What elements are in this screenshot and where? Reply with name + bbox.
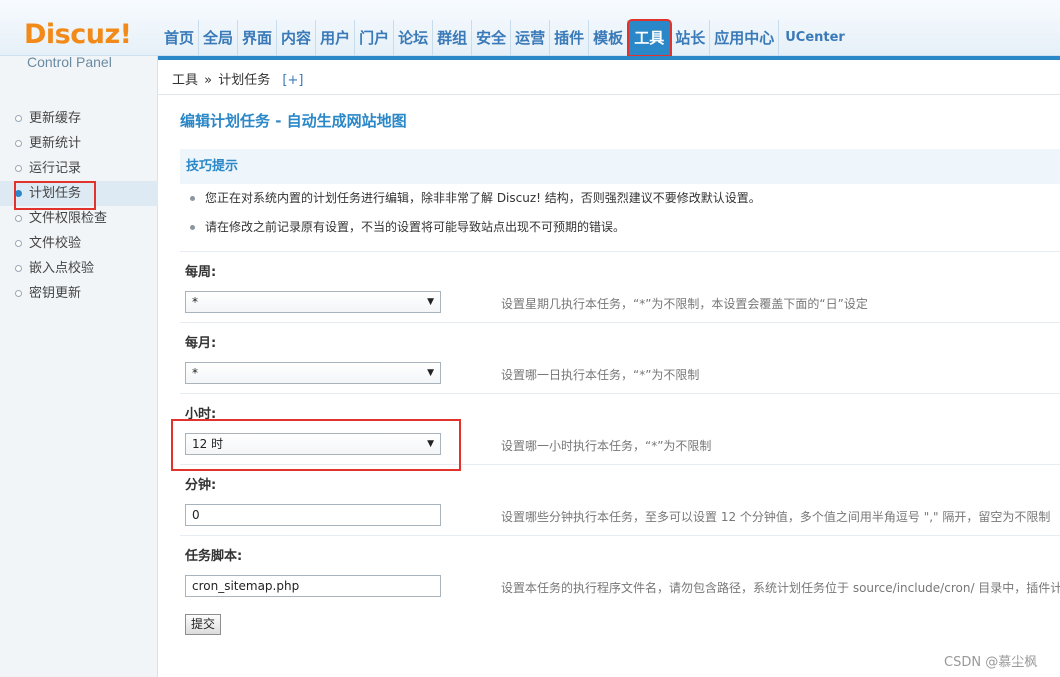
weekday-help: 设置星期几执行本任务，“*”为不限制，本设置会覆盖下面的“日”设定 — [501, 297, 868, 311]
day-select[interactable]: * ▼ — [185, 362, 441, 384]
watermark: CSDN @慕尘枫 — [944, 655, 1038, 670]
nav-content[interactable]: 内容 — [277, 20, 317, 56]
nav-user[interactable]: 用户 — [316, 20, 356, 56]
nav-home[interactable]: 首页 — [160, 20, 200, 56]
nav-style[interactable]: 界面 — [238, 20, 278, 56]
script-label: 任务脚本: — [185, 549, 243, 564]
dropdown-arrow-icon: ▼ — [427, 297, 434, 307]
sidebar-item-label: 密钥更新 — [29, 286, 82, 301]
sidebar-item-cache[interactable]: 更新缓存 — [0, 106, 158, 131]
tips-panel: 技巧提示 您正在对系统内置的计划任务进行编辑，除非非常了解 Discuz! 结构… — [180, 149, 1060, 248]
tips-title: 技巧提示 — [180, 149, 1060, 184]
sidebar-item-logs[interactable]: 运行记录 — [0, 156, 158, 181]
breadcrumb-section[interactable]: 工具 — [172, 73, 198, 88]
form-row-weekday: 每周: * ▼ 设置星期几执行本任务，“*”为不限制，本设置会覆盖下面的“日”设… — [180, 251, 1060, 322]
minute-label: 分钟: — [185, 478, 217, 493]
nav-extended[interactable]: 运营 — [511, 20, 551, 56]
script-help: 设置本任务的执行程序文件名，请勿包含路径，系统计划任务位于 source/inc… — [501, 581, 1060, 595]
breadcrumb: 工具 » 计划任务 [+] — [158, 60, 1060, 95]
tip-item: 请在修改之前记录原有设置，不当的设置将可能导致站点出现不可预期的错误。 — [180, 213, 1060, 242]
nav-group[interactable]: 群组 — [433, 20, 473, 56]
bullet-icon — [15, 265, 22, 272]
minute-help: 设置哪些分钟执行本任务，至多可以设置 12 个分钟值，多个值之间用半角逗号 ",… — [501, 510, 1051, 524]
sidebar-item-authkey[interactable]: 密钥更新 — [0, 281, 158, 306]
nav-ucenter[interactable]: UCenter — [779, 20, 849, 56]
nav-portal[interactable]: 门户 — [355, 20, 395, 56]
top-nav: 首页 全局 界面 内容 用户 门户 论坛 群组 安全 运营 插件 模板 工具 站… — [160, 19, 849, 57]
bullet-icon — [15, 115, 22, 122]
sidebar-item-label: 更新统计 — [29, 136, 82, 151]
sidebar-menu: 更新缓存 更新统计 运行记录 计划任务 文件权限检查 文件校验 嵌入点校验 密钥… — [0, 106, 158, 306]
minute-input[interactable]: 0 — [185, 504, 441, 526]
bullet-icon — [15, 140, 22, 147]
form-row-minute: 分钟: 0 设置哪些分钟执行本任务，至多可以设置 12 个分钟值，多个值之间用半… — [180, 464, 1060, 535]
sidebar-item-cron[interactable]: 计划任务 — [0, 181, 158, 210]
sidebar-item-label: 文件校验 — [29, 236, 82, 251]
nav-template[interactable]: 模板 — [589, 20, 629, 56]
tip-item: 您正在对系统内置的计划任务进行编辑，除非非常了解 Discuz! 结构，否则强烈… — [180, 184, 1060, 213]
nav-tools[interactable]: 工具 — [627, 19, 673, 57]
logo[interactable]: Discuz! — [0, 0, 155, 56]
app: Discuz! 首页 全局 界面 内容 用户 门户 论坛 群组 安全 运营 插件… — [0, 0, 1060, 677]
submit-button[interactable]: 提交 — [185, 614, 221, 635]
hour-help: 设置哪一小时执行本任务，“*”为不限制 — [501, 439, 712, 453]
nav-global[interactable]: 全局 — [199, 20, 239, 56]
nav-forum[interactable]: 论坛 — [394, 20, 434, 56]
bullet-icon — [15, 290, 22, 297]
header: Discuz! 首页 全局 界面 内容 用户 门户 论坛 群组 安全 运营 插件… — [0, 0, 1060, 57]
bullet-icon — [15, 215, 22, 222]
page-title: 编辑计划任务 - 自动生成网站地图 — [180, 112, 407, 130]
bullet-icon — [15, 165, 22, 172]
day-label: 每月: — [185, 336, 217, 351]
breadcrumb-page: 计划任务 — [218, 73, 271, 88]
nav-cloudaddons[interactable]: 应用中心 — [710, 20, 780, 56]
day-value: * — [192, 366, 198, 380]
weekday-value: * — [192, 295, 198, 309]
sidebar-item-counter[interactable]: 更新统计 — [0, 131, 158, 156]
script-input[interactable]: cron_sitemap.php — [185, 575, 441, 597]
sidebar-item-fileperms[interactable]: 文件权限检查 — [0, 206, 158, 231]
dropdown-arrow-icon: ▼ — [427, 368, 434, 378]
annotation-highlight — [171, 419, 461, 471]
sidebar-item-label: 计划任务 — [29, 186, 82, 201]
bullet-icon — [15, 240, 22, 247]
day-help: 设置哪一日执行本任务，“*”为不限制 — [501, 368, 700, 382]
bullet-icon — [15, 190, 22, 197]
sidebar-item-hookcheck[interactable]: 嵌入点校验 — [0, 256, 158, 281]
sidebar-item-label: 运行记录 — [29, 161, 82, 176]
logo-text: Discuz! — [24, 19, 132, 50]
weekday-select[interactable]: * ▼ — [185, 291, 441, 313]
sidebar-item-label: 更新缓存 — [29, 111, 82, 126]
sidebar-item-label: 嵌入点校验 — [29, 261, 95, 276]
main-content: 编辑计划任务 - 自动生成网站地图 技巧提示 您正在对系统内置的计划任务进行编辑… — [159, 96, 1060, 677]
nav-safe[interactable]: 安全 — [472, 20, 512, 56]
sidebar-item-filecheck[interactable]: 文件校验 — [0, 231, 158, 256]
sidebar-item-label: 文件权限检查 — [29, 211, 108, 226]
add-shortcut-button[interactable]: [+] — [282, 73, 303, 88]
breadcrumb-separator: » — [204, 73, 213, 88]
weekday-label: 每周: — [185, 265, 217, 280]
form-row-script: 任务脚本: cron_sitemap.php 设置本任务的执行程序文件名，请勿包… — [180, 535, 1060, 606]
nav-founder[interactable]: 站长 — [671, 20, 711, 56]
form-row-day: 每月: * ▼ 设置哪一日执行本任务，“*”为不限制 — [180, 322, 1060, 393]
sidebar: Control Panel 更新缓存 更新统计 运行记录 计划任务 文件权限检查… — [0, 54, 158, 677]
logo-subtitle: Control Panel — [27, 54, 112, 70]
nav-plugin[interactable]: 插件 — [550, 20, 590, 56]
